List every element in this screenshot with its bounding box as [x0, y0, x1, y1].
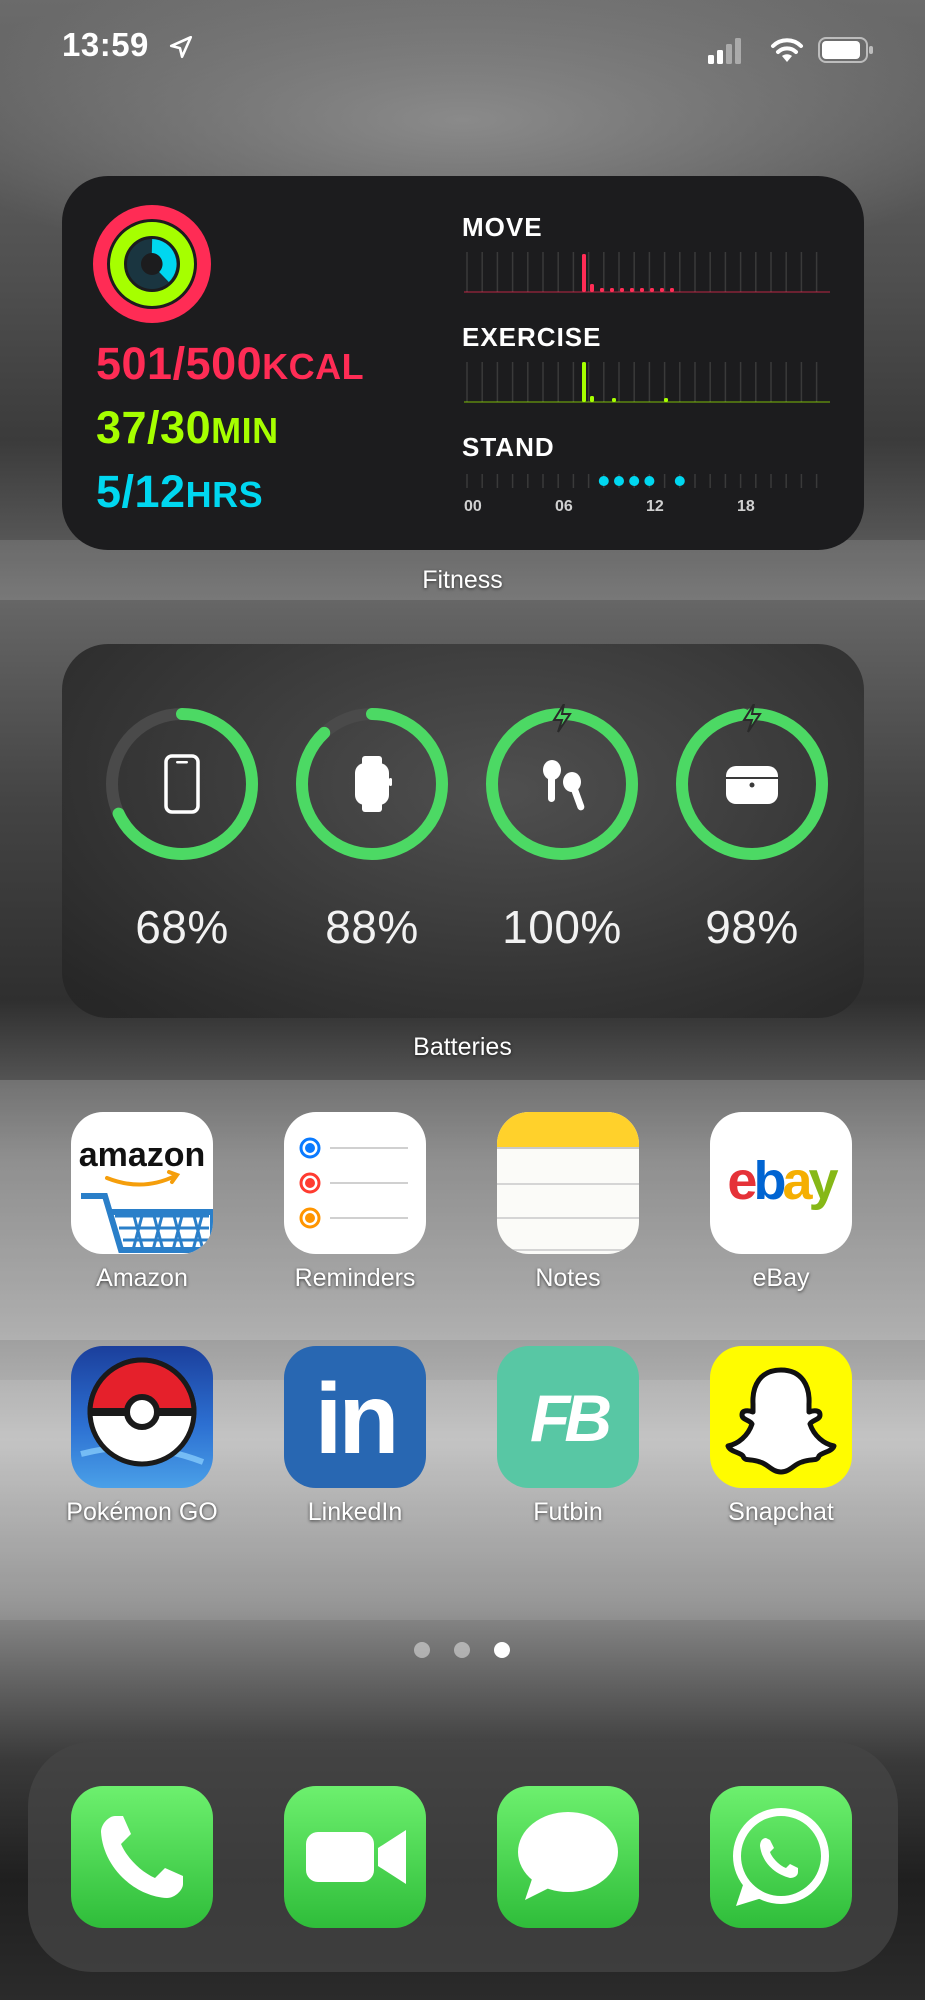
battery-device: 88% — [292, 704, 452, 953]
batteries-widget-label: Batteries — [413, 1033, 512, 1061]
dock-app-phone[interactable] — [71, 1786, 213, 1928]
location-arrow-icon — [169, 35, 193, 59]
activity-bar — [630, 288, 634, 292]
app-label: eBay — [752, 1264, 810, 1292]
activity-bar — [650, 288, 654, 292]
battery-device: 98% — [672, 704, 832, 953]
batteries-widget[interactable]: 68% 88% 100% 98% — [62, 644, 864, 1018]
battery-icon — [818, 37, 873, 63]
stand-hour-dot — [644, 476, 655, 486]
battery-ring — [676, 704, 828, 860]
activity-bar — [612, 398, 616, 402]
facetime-video-icon — [284, 1786, 426, 1928]
page-indicator[interactable] — [0, 1642, 925, 1662]
tick-label: 18 — [737, 498, 755, 515]
fitness-widget-label: Fitness — [422, 566, 503, 594]
ebay-icon: ebay — [710, 1112, 852, 1254]
app-label: Amazon — [96, 1264, 188, 1292]
battery-ring — [106, 708, 258, 860]
page-dot[interactable] — [454, 1642, 470, 1658]
messages-bubble-icon — [497, 1786, 639, 1928]
app-label: Futbin — [533, 1498, 603, 1526]
page-dot[interactable] — [414, 1642, 430, 1658]
stand-hour-dot — [598, 476, 609, 486]
iphone-icon — [164, 754, 200, 814]
wifi-icon — [771, 38, 803, 62]
activity-bar — [582, 362, 586, 402]
snapchat-ghost-icon — [710, 1346, 852, 1488]
battery-percent: 98% — [705, 901, 799, 953]
exercise-stat: 37/30MIN — [96, 402, 279, 453]
notes-icon — [497, 1112, 639, 1254]
activity-bar — [660, 288, 664, 292]
app-label: Snapchat — [728, 1498, 834, 1526]
activity-bar — [620, 288, 624, 292]
stand-stat: 5/12HRS — [96, 466, 264, 517]
app-futbin[interactable]: FB Futbin — [497, 1346, 639, 1526]
activity-bar — [670, 288, 674, 292]
futbin-icon: FB — [497, 1346, 639, 1488]
activity-bar — [640, 288, 644, 292]
whatsapp-icon — [710, 1786, 852, 1928]
status-bar: 13:59 — [0, 0, 925, 100]
stand-hour-dot — [674, 476, 685, 486]
activity-bar — [610, 288, 614, 292]
exercise-chart — [464, 362, 830, 403]
hour-axis: 00 06 12 18 — [464, 498, 830, 518]
activity-bar — [590, 284, 594, 292]
move-stat: 501/500KCAL — [96, 338, 365, 389]
tick-label: 12 — [646, 498, 664, 515]
tick-label: 00 — [464, 498, 482, 515]
battery-ring — [296, 708, 448, 860]
battery-ring — [486, 704, 638, 860]
battery-percent: 100% — [502, 901, 622, 953]
app-reminders[interactable]: Reminders — [284, 1112, 426, 1292]
cellular-signal-icon — [708, 38, 741, 64]
activity-bar — [582, 254, 586, 292]
airpods-icon — [543, 760, 585, 811]
app-ebay[interactable]: ebay eBay — [710, 1112, 852, 1292]
reminders-icon — [284, 1112, 426, 1254]
dock — [28, 1742, 898, 1972]
battery-percent: 68% — [135, 901, 229, 953]
app-pokemon-go[interactable]: Pokémon GO — [66, 1346, 218, 1526]
pokeball-icon — [71, 1346, 213, 1488]
app-label: Pokémon GO — [66, 1498, 218, 1526]
app-snapchat[interactable]: Snapchat — [710, 1346, 852, 1526]
stand-chart — [466, 474, 818, 488]
watch-icon — [355, 756, 392, 812]
app-label: Notes — [535, 1264, 601, 1292]
fitness-widget[interactable]: 501/500KCAL 37/30MIN 5/12HRS MOVE EXERCI… — [62, 176, 864, 550]
activity-bar — [600, 288, 604, 292]
move-chart — [464, 252, 830, 293]
stand-hour-dot — [629, 476, 640, 486]
battery-device: 68% — [102, 704, 262, 953]
tick-label: 06 — [555, 498, 573, 515]
activity-bar — [590, 396, 594, 402]
airpods-case-icon — [726, 766, 778, 804]
app-linkedin[interactable]: in LinkedIn — [284, 1346, 426, 1526]
status-time: 13:59 — [62, 26, 149, 63]
phone-icon — [71, 1786, 213, 1928]
stand-hour-dot — [614, 476, 624, 486]
dock-app-messages[interactable] — [497, 1786, 639, 1928]
dock-app-facetime[interactable] — [284, 1786, 426, 1928]
exercise-chart-title: EXERCISE — [462, 322, 602, 352]
activity-bar — [664, 398, 668, 402]
activity-rings-icon — [93, 205, 211, 323]
dock-app-whatsapp[interactable] — [710, 1786, 852, 1928]
amazon-icon: amazon — [71, 1112, 213, 1254]
app-amazon[interactable]: amazon Amazon — [71, 1112, 213, 1292]
app-notes[interactable]: Notes — [497, 1112, 639, 1292]
move-chart-title: MOVE — [462, 212, 543, 242]
battery-device: 100% — [482, 704, 642, 953]
app-label: LinkedIn — [307, 1498, 403, 1526]
page-dot-active[interactable] — [494, 1642, 510, 1658]
linkedin-icon: in — [284, 1346, 426, 1488]
battery-percent: 88% — [325, 901, 419, 953]
stand-chart-title: STAND — [462, 432, 555, 462]
app-label: Reminders — [294, 1264, 416, 1292]
